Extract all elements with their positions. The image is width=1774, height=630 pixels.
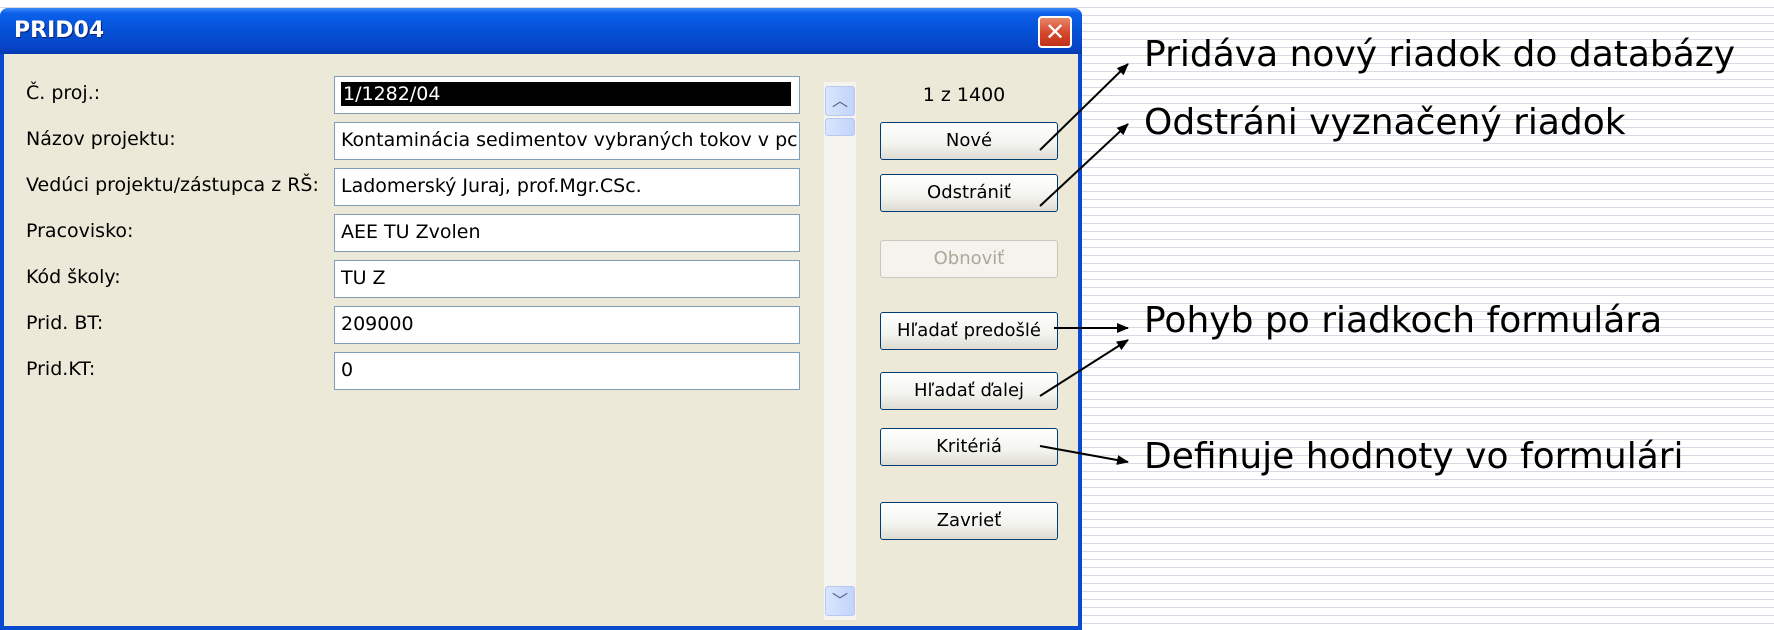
arrow-find-next: [1039, 339, 1129, 397]
annotation-arrows: [1039, 63, 1129, 465]
arrow-criteria: [1039, 445, 1129, 465]
